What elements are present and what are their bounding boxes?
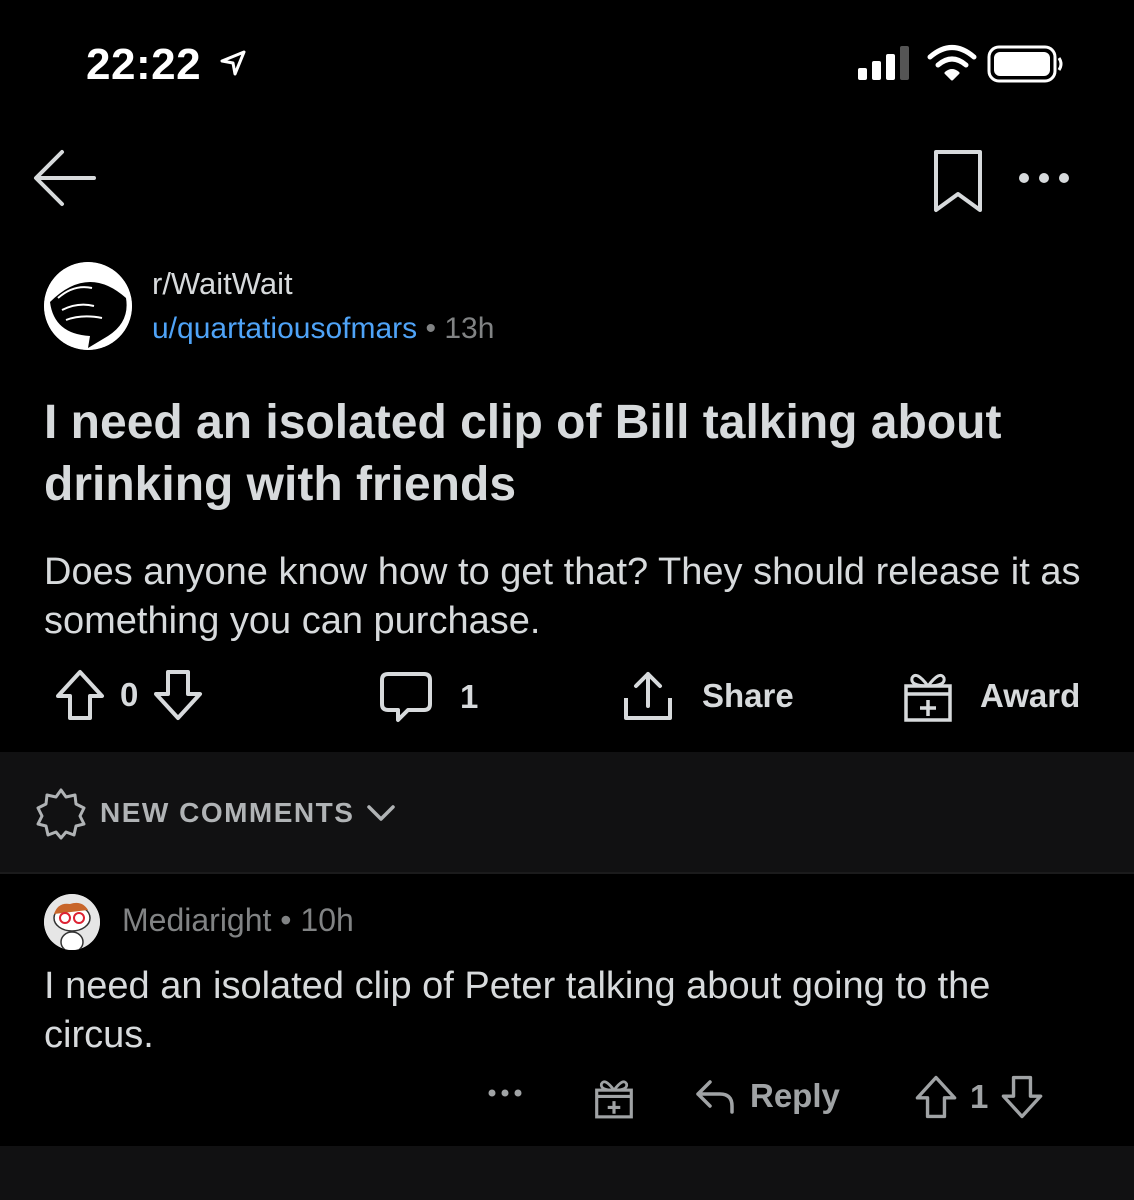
upvote-icon[interactable] <box>54 668 106 722</box>
downvote-icon[interactable] <box>152 668 204 722</box>
sort-label: NEW COMMENTS <box>100 797 355 828</box>
comment-gift-icon[interactable] <box>592 1076 636 1120</box>
comment-vote-group: 1 <box>914 1074 1044 1120</box>
subreddit-avatar[interactable] <box>44 262 132 350</box>
bottom-band <box>0 1146 1134 1200</box>
comment-meta: Mediaright • 10h <box>122 902 354 939</box>
post-meta: u/quartatiousofmars • 13h <box>152 312 494 346</box>
post-title: I need an isolated clip of Bill talking … <box>44 396 1002 511</box>
comment-score: 1 <box>970 1078 989 1115</box>
comment-upvote-icon[interactable] <box>914 1074 958 1120</box>
commenter-avatar[interactable] <box>44 894 100 950</box>
share-icon <box>624 672 672 720</box>
subreddit-name[interactable]: r/WaitWait <box>152 266 293 302</box>
post-vote-group: 0 <box>54 668 204 722</box>
share-label: Share <box>702 677 794 714</box>
location-arrow-icon <box>220 50 246 76</box>
comment-body: I need an isolated clip of Peter talking… <box>44 965 991 1056</box>
bookmark-icon[interactable] <box>930 148 986 216</box>
meta-separator: • <box>425 312 436 345</box>
comments-button[interactable]: 1 <box>378 670 478 724</box>
comments-count: 1 <box>460 678 479 715</box>
reply-button[interactable]: Reply <box>694 1076 840 1116</box>
subreddit-logo-icon <box>44 262 132 350</box>
comment-author[interactable]: Mediaright <box>122 902 271 938</box>
battery-icon <box>987 45 1063 83</box>
post-body: Does anyone know how to get that? They s… <box>44 551 1081 642</box>
status-time: 22:22 <box>86 40 202 89</box>
share-button[interactable]: Share <box>620 668 794 724</box>
post-author[interactable]: u/quartatiousofmars <box>152 312 417 345</box>
comment-more-icon[interactable] <box>486 1086 524 1100</box>
reply-label: Reply <box>750 1077 840 1114</box>
comment-age: 10h <box>300 902 354 938</box>
comment-bubble-icon <box>380 672 432 722</box>
more-icon[interactable] <box>1016 168 1076 188</box>
post-age: 13h <box>444 312 495 345</box>
sparkle-badge-icon <box>36 788 86 840</box>
reply-arrow-icon <box>696 1080 734 1114</box>
award-label: Award <box>980 677 1081 714</box>
comment-downvote-icon[interactable] <box>1000 1074 1044 1120</box>
comment-sort-dropdown[interactable]: NEW COMMENTS <box>34 786 396 840</box>
cellular-signal-icon <box>858 46 909 80</box>
back-arrow-icon[interactable] <box>28 140 104 216</box>
chevron-down-icon <box>367 805 396 821</box>
snoo-avatar-icon <box>44 894 100 950</box>
post-score: 0 <box>120 676 139 713</box>
meta-separator: • <box>280 902 292 938</box>
gift-icon <box>904 673 952 722</box>
award-button[interactable]: Award <box>902 668 1080 724</box>
wifi-icon <box>927 45 977 81</box>
